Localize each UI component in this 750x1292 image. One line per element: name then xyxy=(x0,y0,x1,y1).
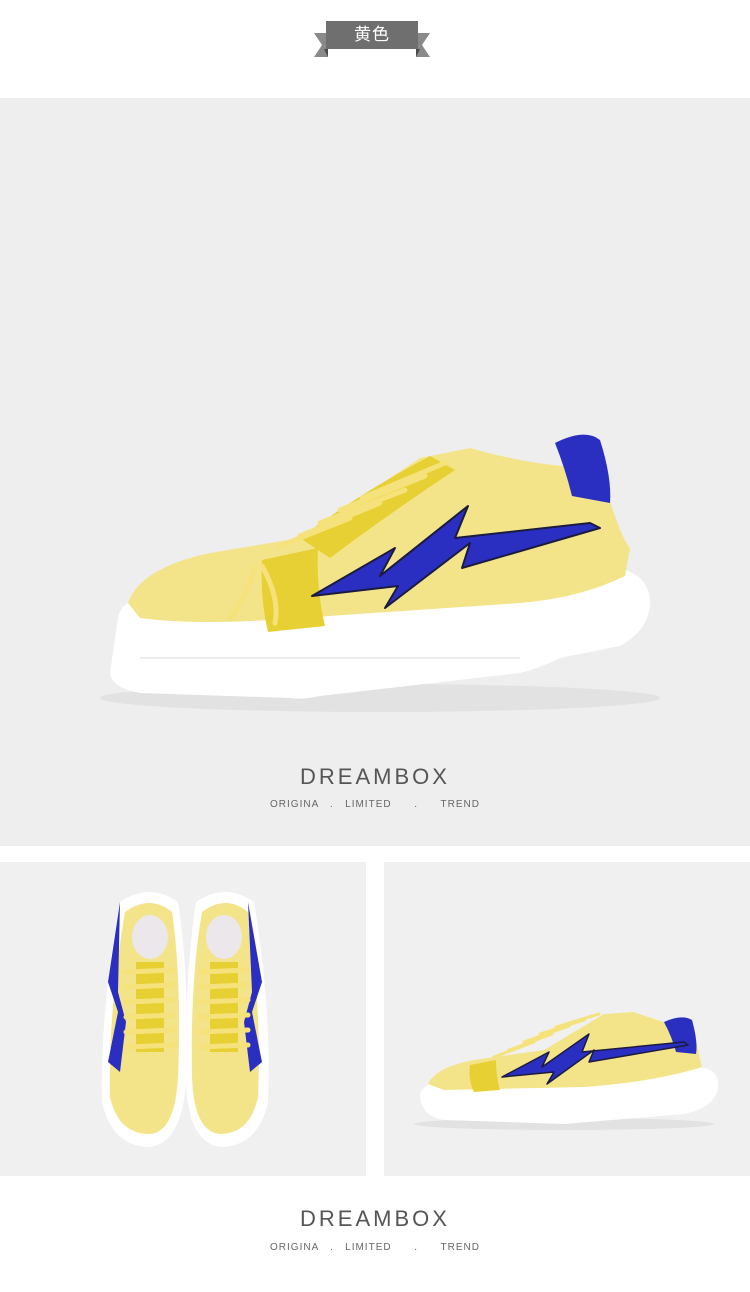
brand-tagline: ORIGINA . LIMITED . TREND xyxy=(270,799,480,810)
shoe-top-view-pair xyxy=(101,892,269,1147)
top-view-photo xyxy=(0,862,366,1176)
shoe-side-view-small xyxy=(414,1012,719,1130)
brand-title-bottom: DREAMBOX xyxy=(300,1206,450,1231)
brand-title: DREAMBOX xyxy=(300,764,450,789)
side-view-photo xyxy=(384,862,750,1176)
color-tag-ribbon: 黄色 xyxy=(314,19,430,59)
brand-tagline-bottom: ORIGINA . LIMITED . TREND xyxy=(270,1242,480,1253)
main-product-photo xyxy=(0,98,750,846)
shoe-side-view xyxy=(100,434,660,712)
color-tag-label: 黄色 xyxy=(354,25,390,45)
